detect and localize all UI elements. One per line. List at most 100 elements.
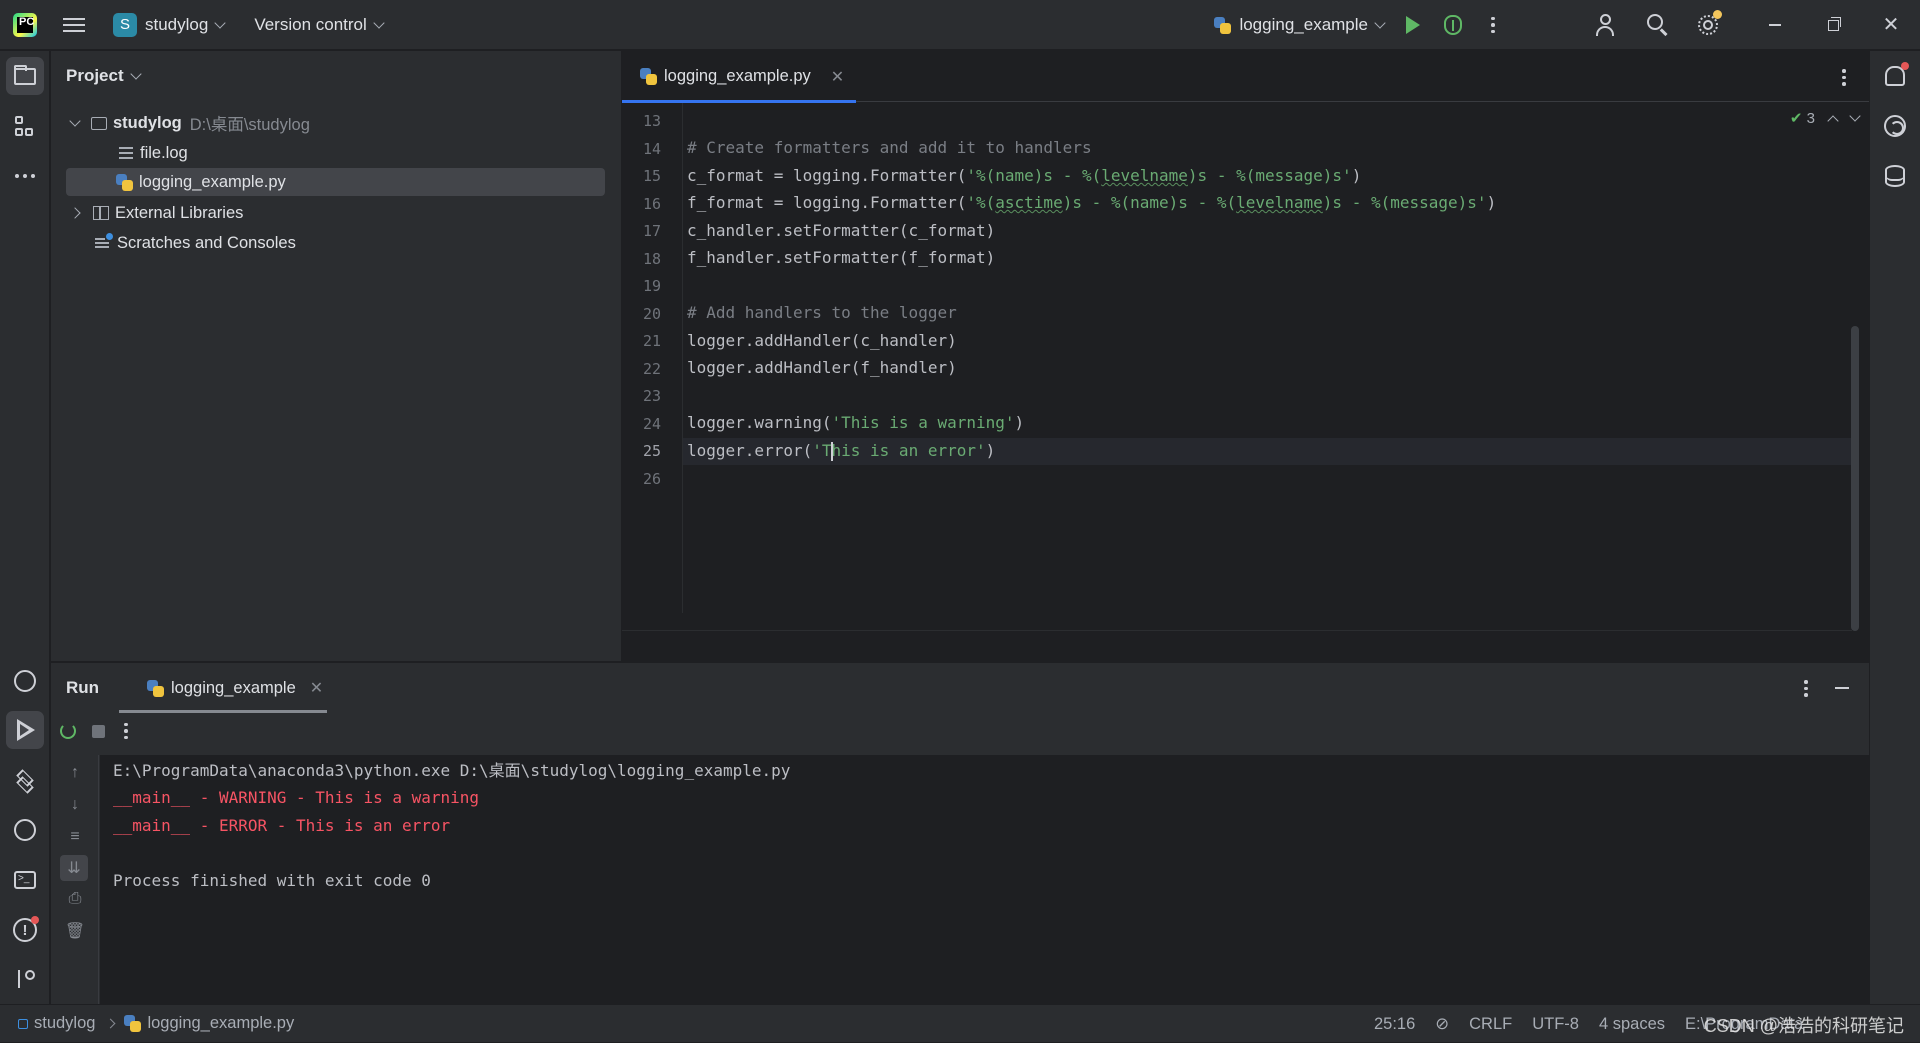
run-toolbar [51,713,1869,749]
tree-item-external-libraries[interactable]: External Libraries [69,199,243,227]
minimize-window-button[interactable] [1746,0,1804,50]
python-packages-button[interactable] [6,662,44,700]
scroll-up-icon[interactable]: ↑ [65,763,85,783]
tree-item-label: file.log [140,143,188,162]
line-separator[interactable]: CRLF [1469,1015,1512,1034]
version-control-menu[interactable]: Version control [246,15,385,35]
search-icon[interactable] [1646,13,1670,37]
main-menu-icon[interactable] [63,17,85,32]
ai-assistant-button[interactable] [1876,107,1914,145]
rerun-icon[interactable] [60,723,76,739]
editor-tab-label: logging_example.py [664,67,811,85]
structure-tool-button[interactable] [6,108,44,146]
database-tool-button[interactable] [1876,157,1914,195]
settings-gear-icon[interactable] [1696,10,1722,37]
editor-vertical-scrollbar[interactable] [1851,326,1859,631]
no-highlight-icon[interactable]: ⊘ [1435,1014,1449,1034]
notifications-button[interactable] [1876,57,1914,95]
code-line-17[interactable]: c_handler.setFormatter(c_format) [687,217,995,244]
console-output[interactable]: E:\ProgramData\anaconda3\python.exe D:\桌… [100,755,1869,1005]
run-tool-button[interactable] [6,711,44,749]
code-line-15[interactable]: c_format = logging.Formatter('%(name)s -… [687,162,1361,189]
more-horizontal-icon [15,174,35,178]
line-number: 13 [642,112,661,130]
structure-icon [15,116,35,138]
line-number: 22 [642,360,661,378]
tree-item-logging-example[interactable]: logging_example.py [66,168,605,196]
close-tab-icon[interactable]: ✕ [831,67,844,87]
run-config-label: logging_example [1239,15,1368,34]
editor-tab-bar: logging_example.py ✕ [622,51,1869,103]
chevron-down-icon[interactable] [69,115,81,127]
editor-more-icon[interactable] [1839,69,1849,86]
right-tool-strip [1869,51,1920,1004]
services-tool-button[interactable] [6,811,44,849]
code-line-14[interactable]: # Create formatters and add it to handle… [687,134,1092,161]
print-icon[interactable]: ⎙ [65,889,85,909]
run-configuration-selector[interactable]: logging_example [1214,15,1386,35]
chevron-down-icon[interactable] [214,16,226,29]
restore-window-button[interactable] [1804,0,1862,50]
project-tool-button[interactable] [6,57,44,95]
bell-icon [1885,62,1909,86]
scroll-down-icon[interactable]: ↓ [65,795,85,815]
editor-tab-logging-example[interactable]: logging_example.py ✕ [622,51,856,103]
python-file-icon [640,68,657,85]
clear-all-icon[interactable]: 🗑 [65,921,85,941]
more-actions-icon[interactable] [1488,16,1498,34]
breadcrumb-file[interactable]: logging_example.py [147,1014,294,1033]
stop-icon[interactable] [92,724,105,738]
pycharm-logo-icon[interactable]: PC [13,12,37,37]
tree-item-file-log[interactable]: file.log [119,139,188,167]
code-text: ) [1014,413,1025,432]
chevron-right-icon[interactable] [69,207,81,219]
next-highlight-icon[interactable] [1849,109,1861,122]
chevron-down-icon [1374,17,1386,29]
more-tools-button[interactable] [6,157,44,195]
code-text: c_format = logging.Formatter( [687,166,967,185]
git-tool-button[interactable] [6,960,44,998]
project-panel-header[interactable]: Project [51,51,621,101]
code-line-16[interactable]: f_format = logging.Formatter('%(asctime)… [687,189,1496,216]
code-line-22[interactable]: logger.addHandler(f_handler) [687,354,957,381]
code-line-18[interactable]: f_handler.setFormatter(f_format) [687,244,995,271]
tree-item-scratches[interactable]: Scratches and Consoles [95,229,296,257]
code-text: ) [1351,166,1362,185]
project-panel-title: Project [66,66,124,85]
code-line-20[interactable]: # Add handlers to the logger [687,299,957,326]
code-line-24[interactable]: logger.warning('This is a warning') [687,409,1024,436]
layers-tool-button[interactable] [6,761,44,799]
code-line-25[interactable]: logger.error('This is an error') [687,437,995,464]
run-tab-label: logging_example [171,678,296,697]
file-encoding[interactable]: UTF-8 [1532,1015,1579,1034]
line-number: 19 [642,277,661,295]
run-icon[interactable] [1406,16,1420,34]
soft-wrap-icon[interactable]: ≡ [65,827,85,847]
previous-highlight-icon[interactable] [1827,114,1839,127]
run-panel-header: Run logging_example ✕ [51,663,1869,713]
run-panel-options-icon[interactable] [1801,680,1811,697]
run-more-icon[interactable] [121,722,131,740]
run-tab-logging-example[interactable]: logging_example ✕ [133,663,345,713]
problems-tool-button[interactable]: ! [6,911,44,949]
typo-highlight: levelname [1236,193,1323,212]
caret-position[interactable]: 25:16 [1374,1015,1415,1034]
code-string: 'T [812,441,832,460]
breadcrumb-project[interactable]: studylog [34,1014,95,1033]
project-selector[interactable]: studylog [145,15,208,35]
add-user-icon[interactable] [1596,13,1620,37]
indent-setting[interactable]: 4 spaces [1599,1015,1665,1034]
line-number: 26 [642,470,661,488]
tree-item-root[interactable]: studylog D:\桌面\studylog [69,109,310,137]
code-line-21[interactable]: logger.addHandler(c_handler) [687,327,957,354]
module-icon [18,1018,28,1029]
close-tab-icon[interactable]: ✕ [310,678,323,698]
typo-highlight: levelname [1101,166,1188,185]
close-window-button[interactable]: ✕ [1862,0,1920,50]
line-number: 18 [642,250,661,268]
inspection-widget[interactable]: ✔ 3 [1790,109,1861,127]
terminal-tool-button[interactable]: >_ [6,861,44,899]
debug-icon[interactable] [1444,15,1462,35]
scroll-to-end-icon[interactable]: ⇊ [60,855,88,881]
hide-panel-icon[interactable] [1835,687,1849,690]
